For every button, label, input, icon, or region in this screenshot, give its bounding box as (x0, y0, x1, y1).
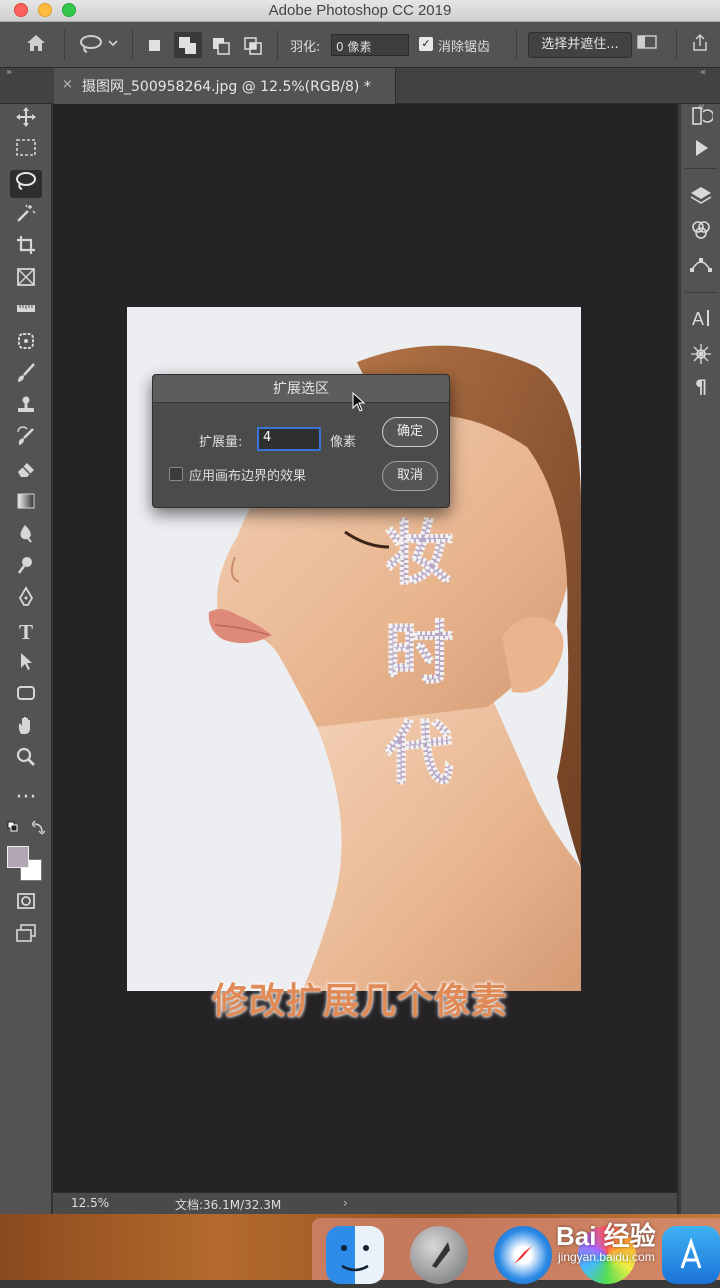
feather-input[interactable]: 0 像素 (331, 34, 409, 56)
crop-tool-icon[interactable] (10, 234, 42, 262)
status-menu-arrow[interactable]: › (343, 1196, 348, 1210)
hand-tool-icon[interactable] (10, 714, 42, 742)
separator (277, 30, 278, 60)
document-tab-label: 摄图网_500958264.jpg @ 12.5%(RGB/8) * (82, 79, 371, 95)
separator (516, 30, 517, 60)
watermark-url: jingyan.baidu.com (558, 1250, 655, 1264)
screen-mode-icon[interactable] (10, 922, 42, 950)
canvas-bounds-checkbox[interactable] (169, 467, 183, 481)
panel-icon-column: « A ¶ (681, 100, 720, 1214)
safari-icon[interactable] (494, 1226, 552, 1284)
ok-button[interactable]: 确定 (382, 417, 438, 447)
collapse-panels-icon[interactable]: « (700, 67, 706, 78)
cancel-button[interactable]: 取消 (382, 461, 438, 491)
glyphs-panel-icon[interactable] (681, 342, 720, 371)
share-icon[interactable] (688, 33, 712, 60)
document-tab[interactable]: × 摄图网_500958264.jpg @ 12.5%(RGB/8) * (54, 68, 396, 104)
svg-text:A: A (692, 309, 704, 329)
app-title: Adobe Photoshop CC 2019 (268, 2, 452, 19)
home-icon[interactable] (22, 33, 50, 60)
channels-panel-icon[interactable] (681, 218, 720, 247)
close-tab-icon[interactable]: × (62, 77, 73, 92)
dodge-tool-icon[interactable] (10, 554, 42, 582)
subtract-from-selection-icon[interactable] (210, 35, 230, 55)
separator (64, 30, 65, 60)
watermark-text: Bai 经验 (556, 1221, 656, 1251)
separator (685, 292, 717, 293)
separator (685, 168, 717, 169)
blur-tool-icon[interactable] (10, 522, 42, 550)
document-info: 文档:36.1M/32.3M (175, 1198, 282, 1212)
magic-wand-tool-icon[interactable] (10, 202, 42, 230)
lasso-tool-preset-icon[interactable] (76, 33, 122, 62)
history-panel-icon[interactable] (681, 104, 720, 133)
lasso-tool-icon[interactable] (10, 170, 42, 198)
marquee-tool-icon[interactable] (10, 138, 42, 166)
eraser-tool-icon[interactable] (10, 458, 42, 486)
intersect-selection-icon[interactable] (242, 35, 262, 55)
move-tool-icon[interactable] (10, 106, 42, 134)
path-selection-tool-icon[interactable] (10, 650, 42, 678)
select-and-mask-button[interactable]: 选择并遮住... (528, 32, 632, 58)
canvas-area[interactable]: 妆 时 代 (53, 104, 677, 1192)
swap-colors-icon[interactable] (4, 818, 48, 838)
rectangle-tool-icon[interactable] (10, 682, 42, 710)
clone-stamp-tool-icon[interactable] (10, 394, 42, 422)
canvas-bounds-label: 应用画布边界的效果 (189, 469, 307, 484)
document-tab-bar: » × 摄图网_500958264.jpg @ 12.5%(RGB/8) * « (0, 67, 720, 104)
selected-char-2: 时 (385, 615, 453, 694)
dialog-title: 扩展选区 (153, 375, 449, 403)
zoom-tool-icon[interactable] (10, 746, 42, 774)
actions-play-icon[interactable] (681, 136, 720, 165)
healing-brush-tool-icon[interactable] (10, 330, 42, 358)
add-to-selection-icon[interactable] (174, 32, 202, 58)
mouse-pointer-icon (352, 391, 366, 416)
options-bar: 羽化: 0 像素 ✓ 消除锯齿 选择并遮住... (0, 22, 720, 68)
selected-char-3: 代 (384, 715, 453, 794)
collapse-tools-icon[interactable]: » (6, 67, 12, 78)
zoom-level[interactable]: 12.5% (71, 1196, 109, 1210)
brush-tool-icon[interactable] (10, 362, 42, 390)
quick-mask-icon[interactable] (10, 890, 42, 918)
frame-tool-icon[interactable] (10, 266, 42, 294)
antialias-label: 消除锯齿 (438, 40, 491, 55)
expand-selection-dialog: 扩展选区 扩展量: 4 像素 确定 取消 应用画布边界的效果 (152, 374, 450, 508)
window-title-bar: Adobe Photoshop CC 2019 (0, 0, 720, 22)
expand-by-input[interactable]: 4 (257, 427, 321, 451)
character-panel-icon[interactable]: A (681, 306, 720, 335)
paths-panel-icon[interactable] (681, 252, 720, 281)
separator (132, 30, 133, 60)
feather-label: 羽化: (290, 40, 321, 55)
paragraph-panel-icon[interactable]: ¶ (681, 376, 720, 398)
finder-icon[interactable] (326, 1226, 384, 1284)
ruler-tool-icon[interactable] (10, 298, 42, 326)
foreground-color-swatch[interactable] (7, 846, 29, 868)
pixels-unit-label: 像素 (330, 435, 357, 450)
pen-tool-icon[interactable] (10, 586, 42, 614)
separator (676, 30, 677, 60)
gradient-tool-icon[interactable] (10, 490, 42, 518)
launchpad-icon[interactable] (410, 1226, 468, 1284)
video-caption: 修改扩展几个像素 (211, 981, 508, 1022)
layers-panel-icon[interactable] (681, 184, 720, 213)
status-bar: 12.5% 文档:36.1M/32.3M › (53, 1192, 677, 1214)
panel-toggle-icon[interactable] (636, 33, 658, 57)
new-selection-icon[interactable] (144, 35, 164, 55)
type-tool-icon[interactable]: T (10, 618, 42, 646)
antialias-checkbox[interactable]: ✓ (419, 37, 433, 51)
baidu-watermark: Bai 经验 jingyan.baidu.com (556, 1214, 720, 1274)
history-brush-tool-icon[interactable] (10, 426, 42, 454)
right-panel-dock: « A ¶ (677, 100, 720, 1214)
more-tools-icon[interactable]: ··· (10, 787, 42, 816)
selected-char-1: 妆 (385, 515, 453, 594)
expand-by-label: 扩展量: (199, 435, 243, 450)
tools-panel: T ··· (0, 104, 52, 1214)
